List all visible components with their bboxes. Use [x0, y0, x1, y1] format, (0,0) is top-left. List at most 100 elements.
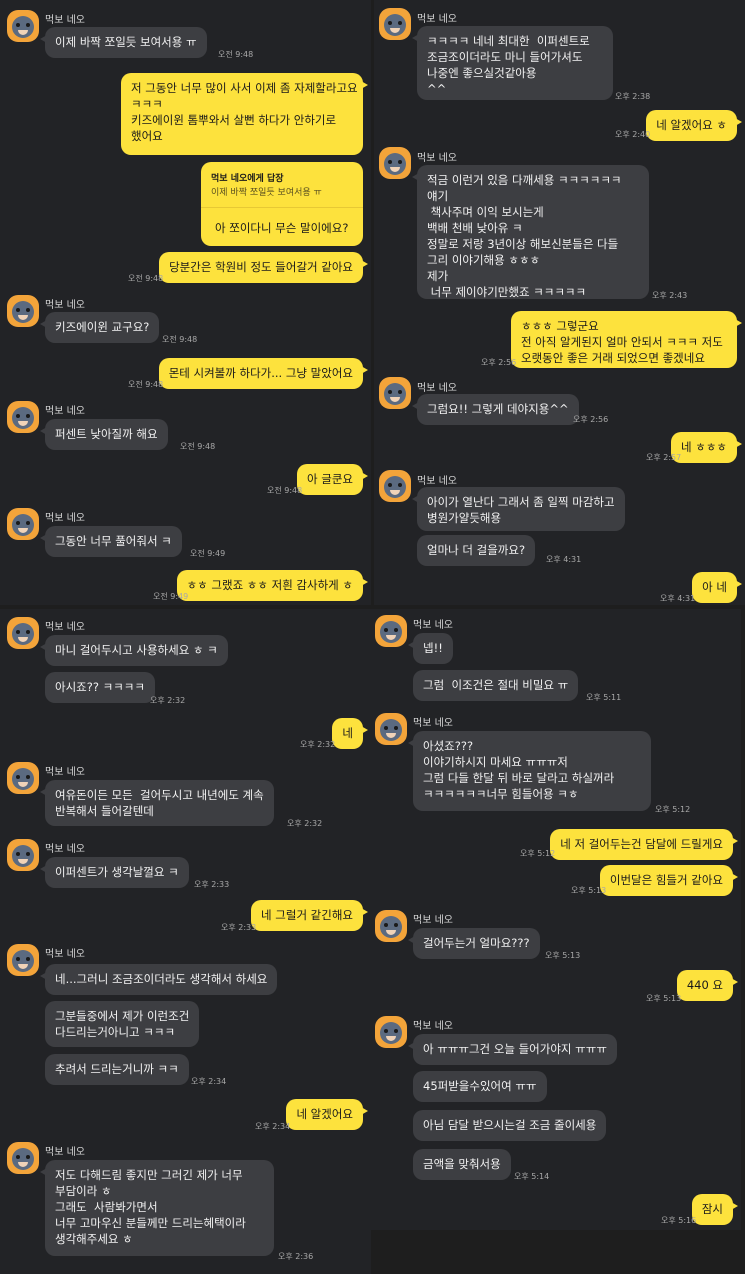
avatar-face-icon [12, 514, 34, 536]
sent-message[interactable]: 네 저 걸어두는건 담달에 드릴게요 [550, 829, 738, 860]
sent-message[interactable]: 당분간은 학원비 정도 들어갈거 같아요 [159, 252, 368, 283]
sent-message[interactable]: 저 그동안 너무 많이 사서 이제 좀 자제할라고요 ㅋㅋㅋ 키즈에이윈 톰뿌와… [121, 73, 368, 155]
sender-name: 먹보 네오 [417, 383, 457, 394]
received-message[interactable]: 여유돈이든 모든 걸어두시고 내년에도 계속 반복해서 들어갈텐데 [40, 780, 274, 826]
message-time: 오전 9:49 [190, 549, 226, 558]
sender-name: 먹보 네오 [417, 476, 457, 487]
avatar-face-icon [384, 14, 406, 36]
reply-message[interactable]: 먹보 네오에게 답장 이제 바짝 쪼일듯 보여서용 ㅠ 아 쪼이다니 무슨 말이… [201, 162, 363, 246]
contact-avatar[interactable] [379, 377, 411, 409]
chat-panel-4[interactable]: 먹보 네오 넵!! 그럼 이조건은 절대 비밀요 ㅠ 오후 5:11 먹보 네오… [369, 609, 741, 1230]
message-time: 오후 5:13 [646, 994, 682, 1003]
avatar-face-icon [12, 1148, 34, 1170]
contact-avatar[interactable] [7, 839, 39, 871]
sender-name: 먹보 네오 [45, 622, 85, 633]
received-message[interactable]: 추려서 드리는거니까 ㅋㅋ [45, 1054, 189, 1085]
avatar-face-icon [12, 623, 34, 645]
contact-avatar[interactable] [379, 470, 411, 502]
message-time: 오후 5:13 [545, 951, 581, 960]
contact-avatar[interactable] [7, 944, 39, 976]
received-message[interactable]: 얼마나 더 걸을까요? [417, 535, 536, 566]
contact-avatar[interactable] [379, 8, 411, 40]
received-message[interactable]: 그럼요!! 그렇게 데야지용^^ [412, 394, 579, 425]
reply-divider [201, 207, 363, 208]
received-message[interactable]: 45퍼받을수있어여 ㅠㅠ [413, 1071, 547, 1102]
contact-avatar[interactable] [7, 295, 39, 327]
contact-avatar[interactable] [7, 1142, 39, 1174]
received-message[interactable]: 아이가 열난다 그래서 좀 일찍 마감하고 병원가얄듯해용 [412, 487, 625, 531]
message-time: 오전 9:48 [162, 335, 198, 344]
received-message[interactable]: 키즈에이윈 교구요? [39, 312, 160, 343]
chat-panel-1[interactable]: 먹보 네오 이제 바짝 쪼일듯 보여서용 ㅠ 오전 9:48 저 그동안 너무 … [0, 0, 371, 605]
sent-message[interactable]: 네 알겠어요 [286, 1099, 368, 1130]
received-message[interactable]: 아시죠?? ㅋㅋㅋㅋ [45, 672, 155, 703]
avatar-face-icon [384, 153, 406, 175]
received-message[interactable]: 그럼 이조건은 절대 비밀요 ㅠ [413, 670, 579, 701]
sent-message[interactable]: 잠시 [691, 1194, 739, 1225]
sent-message[interactable]: 네 그럴거 같긴해요 [251, 900, 368, 931]
sent-message[interactable]: 아 글쿤요 [297, 464, 368, 495]
received-message[interactable]: 아셨죠??? 이야기하시지 마세요 ㅠㅠㅠ저 그럼 다들 한달 뒤 바로 달라고… [408, 731, 651, 811]
received-message[interactable]: 걸어두는거 얼마요??? [408, 928, 540, 959]
received-message[interactable]: 그분들중에서 제가 이런조건 다드리는거아니고 ㅋㅋㅋ [45, 1001, 200, 1047]
received-message[interactable]: 네...그러니 조금조이더라도 생각해서 하세요 [39, 964, 278, 995]
sent-message[interactable]: ㅎㅎㅎ 그렇군요 전 아직 알게된지 얼마 안되서 ㅋㅋㅋ 저도 오랫동안 좋은… [511, 311, 742, 368]
reply-title: 먹보 네오에게 답장 [211, 174, 284, 184]
avatar-face-icon [12, 950, 34, 972]
message-time: 오후 2:34 [191, 1077, 227, 1086]
contact-avatar[interactable] [375, 1016, 407, 1048]
sender-name: 먹보 네오 [45, 300, 85, 311]
avatar-face-icon [12, 16, 34, 38]
message-time: 오후 2:33 [194, 880, 230, 889]
sent-message[interactable]: 이번달은 힘들거 같아요 [599, 865, 739, 896]
avatar-face-icon [12, 845, 34, 867]
chat-panel-2[interactable]: 먹보 네오 ㅋㅋㅋㅋ 네네 최대한 이퍼센트로 조금조이더라도 마니 들어가셔도… [374, 0, 745, 605]
reply-text: 아 쪼이다니 무슨 말이에요? [215, 221, 349, 235]
contact-avatar[interactable] [7, 10, 39, 42]
received-message[interactable]: 이제 바짝 쪼일듯 보여서용 ㅠ [40, 27, 207, 58]
avatar-face-icon [384, 383, 406, 405]
received-message[interactable]: 넵!! [408, 633, 453, 664]
sender-name: 먹보 네오 [413, 620, 453, 631]
contact-avatar[interactable] [375, 910, 407, 942]
sent-message[interactable]: 몬테 시켜볼까 하다가... 그냥 말았어요 [158, 358, 369, 389]
message-time: 오후 2:33 [221, 923, 257, 932]
sent-message[interactable]: ㅎㅎ 그랬죠 ㅎㅎ 저흰 감사하게 ㅎ [176, 570, 369, 601]
contact-avatar[interactable] [7, 401, 39, 433]
received-message[interactable]: 퍼센트 낮아질까 해요 [40, 419, 168, 450]
chat-panel-3[interactable]: 먹보 네오 마니 걸어두시고 사용하세요 ㅎ ㅋ 아시죠?? ㅋㅋㅋㅋ 오후 2… [0, 609, 371, 1274]
received-message[interactable]: 저도 다해드림 좋지만 그러긴 제가 너무 부담이라 ㅎ 그래도 사람봐가면서 … [40, 1160, 274, 1256]
message-time: 오전 9:48 [128, 380, 164, 389]
received-message[interactable]: 금액을 맞춰서용 [413, 1149, 511, 1180]
contact-avatar[interactable] [375, 615, 407, 647]
sender-name: 먹보 네오 [417, 14, 457, 25]
message-time: 오후 2:56 [481, 358, 517, 367]
contact-avatar[interactable] [379, 147, 411, 179]
sent-message[interactable]: 네 알겠어요 ㅎ [646, 110, 742, 141]
message-time: 오후 5:13 [571, 886, 607, 895]
sent-message[interactable]: 네 [332, 718, 368, 749]
contact-avatar[interactable] [7, 617, 39, 649]
sender-name: 먹보 네오 [413, 1021, 453, 1032]
contact-avatar[interactable] [7, 762, 39, 794]
message-time: 오후 5:12 [520, 849, 556, 858]
sender-name: 먹보 네오 [45, 15, 85, 26]
sender-name: 먹보 네오 [45, 1147, 85, 1158]
contact-avatar[interactable] [7, 508, 39, 540]
sent-message[interactable]: 440 요 [676, 970, 739, 1001]
received-message[interactable]: 이퍼센트가 생각날껄요 ㅋ [40, 857, 189, 888]
received-message[interactable]: 아님 담달 받으시는걸 조금 줄이세용 [413, 1110, 607, 1141]
message-time: 오후 2:32 [287, 819, 323, 828]
received-message[interactable]: 마니 걸어두시고 사용하세요 ㅎ ㅋ [40, 635, 228, 666]
message-time: 오후 4:31 [546, 555, 582, 564]
sent-message[interactable]: 아 네 [692, 572, 742, 603]
received-message[interactable]: 적금 이런거 있음 다깨세용 ㅋㅋㅋㅋㅋㅋ 얘기 책사주며 이익 보시는게 백배… [412, 165, 649, 299]
received-message[interactable]: ㅋㅋㅋㅋ 네네 최대한 이퍼센트로 조금조이더라도 마니 들어가셔도 나중엔 좋… [412, 26, 613, 100]
contact-avatar[interactable] [375, 713, 407, 745]
received-message[interactable]: 그동안 너무 풀어줘서 ㅋ [40, 526, 182, 557]
received-message[interactable]: 아 ㅠㅠㅠ그건 오늘 들어가야지 ㅠㅠㅠ [408, 1034, 617, 1065]
message-time: 오후 2:38 [615, 92, 651, 101]
message-time: 오후 2:36 [278, 1252, 314, 1261]
message-time: 오전 9:49 [153, 592, 189, 601]
avatar-face-icon [380, 1022, 402, 1044]
